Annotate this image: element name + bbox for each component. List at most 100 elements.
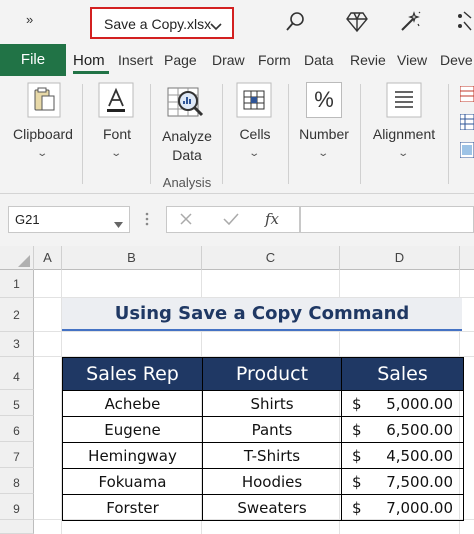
chevron-down-icon: ⌄ [110, 148, 123, 159]
row-header-9[interactable]: 9 [0, 494, 34, 520]
cancel-icon[interactable] [179, 212, 193, 231]
cells-group-button[interactable]: Cells ⌄ [228, 80, 282, 190]
tab-developer[interactable]: Deve [440, 52, 474, 68]
currency-symbol: $ [352, 498, 362, 517]
tab-file[interactable]: File [0, 44, 66, 76]
chevron-down-icon: ⌄ [36, 148, 49, 159]
sales-table: Sales Rep Product Sales Achebe Shirts $5… [62, 357, 464, 521]
column-header-bar: A B C D [0, 246, 474, 270]
header-sales-rep[interactable]: Sales Rep [62, 357, 203, 391]
table-row: Eugene Pants $6,500.00 [62, 416, 464, 443]
group-divider [222, 84, 223, 184]
clipboard-group-button[interactable]: Clipboard ⌄ [8, 80, 78, 190]
row-header-8[interactable]: 8 [0, 468, 34, 494]
tab-draw[interactable]: Draw [212, 52, 252, 68]
font-label: Font [102, 126, 131, 142]
insert-function-button[interactable]: fx [265, 210, 279, 228]
cell-sales-rep[interactable]: Fokuama [62, 468, 203, 495]
amount-value: 5,000.00 [386, 394, 453, 413]
cell-product[interactable]: Sweaters [202, 494, 342, 521]
number-group-button[interactable]: % Number ⌄ [294, 80, 354, 190]
tab-page-layout[interactable]: Page [164, 52, 204, 68]
cell-sales[interactable]: $7,500.00 [341, 468, 464, 495]
formula-input[interactable] [300, 206, 474, 233]
tab-home[interactable]: Hom [73, 52, 109, 69]
column-header-d[interactable]: D [340, 246, 460, 270]
analyze-data-label-1: Analyze [162, 128, 212, 144]
analyze-data-icon [166, 82, 206, 127]
currency-symbol: $ [352, 446, 362, 465]
alignment-group-button[interactable]: Alignment ⌄ [366, 80, 442, 190]
row-header-4[interactable]: 4 [0, 357, 34, 390]
more-icon[interactable] [450, 8, 474, 39]
table-row: Achebe Shirts $5,000.00 [62, 390, 464, 417]
cell-sales[interactable]: $6,500.00 [341, 416, 464, 443]
cell-product[interactable]: Shirts [202, 390, 342, 417]
table-row: Forster Sweaters $7,000.00 [62, 494, 464, 521]
analysis-group-label: Analysis [162, 175, 212, 190]
font-group-button[interactable]: Font ⌄ [90, 80, 144, 190]
cell-sales-rep[interactable]: Achebe [62, 390, 203, 417]
chevron-down-icon: ⌄ [397, 148, 410, 159]
column-header-a[interactable]: A [34, 246, 62, 270]
filename-dropdown[interactable]: Save a Copy.xlsx [90, 7, 234, 39]
table-header-row: Sales Rep Product Sales [62, 357, 464, 391]
header-sales[interactable]: Sales [341, 357, 464, 391]
row-header-5[interactable]: 5 [0, 390, 34, 416]
drag-handle-icon[interactable] [145, 211, 149, 232]
clipboard-label: Clipboard [13, 126, 73, 142]
tab-data[interactable]: Data [304, 52, 342, 68]
cell-sales-rep[interactable]: Eugene [62, 416, 203, 443]
name-box-value: G21 [15, 212, 40, 227]
format-as-table-icon[interactable] [459, 113, 474, 135]
amount-value: 7,000.00 [386, 498, 453, 517]
diamond-icon[interactable] [345, 11, 369, 38]
enter-check-icon[interactable] [223, 212, 239, 231]
row-header-3[interactable]: 3 [0, 332, 34, 357]
row-header-6[interactable]: 6 [0, 416, 34, 442]
gridline [34, 331, 474, 332]
column-header-c[interactable]: C [202, 246, 340, 270]
column-header-b[interactable]: B [62, 246, 202, 270]
filename-label: Save a Copy.xlsx [104, 16, 212, 32]
search-icon[interactable] [284, 10, 308, 39]
cell-product[interactable]: Pants [202, 416, 342, 443]
row-header-10[interactable] [0, 520, 34, 534]
group-divider [82, 84, 83, 184]
tab-insert[interactable]: Insert [118, 52, 155, 68]
name-box[interactable]: G21 [8, 206, 130, 233]
conditional-formatting-icon[interactable] [459, 85, 474, 107]
row-header-7[interactable]: 7 [0, 442, 34, 468]
analyze-data-label-2: Data [172, 147, 202, 163]
header-product[interactable]: Product [202, 357, 342, 391]
tab-review[interactable]: Revie [350, 52, 390, 68]
cell-sales-rep[interactable]: Forster [62, 494, 203, 521]
cell-product[interactable]: Hoodies [202, 468, 342, 495]
cell-sales[interactable]: $5,000.00 [341, 390, 464, 417]
currency-symbol: $ [352, 472, 362, 491]
currency-symbol: $ [352, 420, 362, 439]
analyze-data-button[interactable]: Analyze Data [156, 80, 218, 166]
percent-icon: % [306, 82, 342, 118]
table-row: Hemingway T-Shirts $4,500.00 [62, 442, 464, 469]
cell-sales[interactable]: $4,500.00 [341, 442, 464, 469]
chevron-down-icon [210, 18, 222, 34]
quick-access-overflow-button[interactable]: » [26, 12, 33, 27]
row-header-1[interactable]: 1 [0, 270, 34, 298]
group-divider [150, 84, 151, 184]
active-tab-indicator [73, 71, 109, 74]
magic-wand-icon[interactable] [398, 10, 422, 39]
select-all-corner[interactable] [0, 246, 34, 270]
cell-product[interactable]: T-Shirts [202, 442, 342, 469]
amount-value: 7,500.00 [386, 472, 453, 491]
tab-formulas[interactable]: Form [258, 52, 296, 68]
row-header-2[interactable]: 2 [0, 298, 34, 332]
caret-down-icon[interactable] [114, 216, 123, 231]
group-divider [448, 84, 449, 184]
sheet-title[interactable]: Using Save a Copy Command [62, 298, 462, 331]
cell-styles-icon[interactable] [459, 141, 474, 163]
cells-icon [236, 82, 272, 123]
tab-view[interactable]: View [397, 52, 433, 68]
cell-sales-rep[interactable]: Hemingway [62, 442, 203, 469]
cell-sales[interactable]: $7,000.00 [341, 494, 464, 521]
